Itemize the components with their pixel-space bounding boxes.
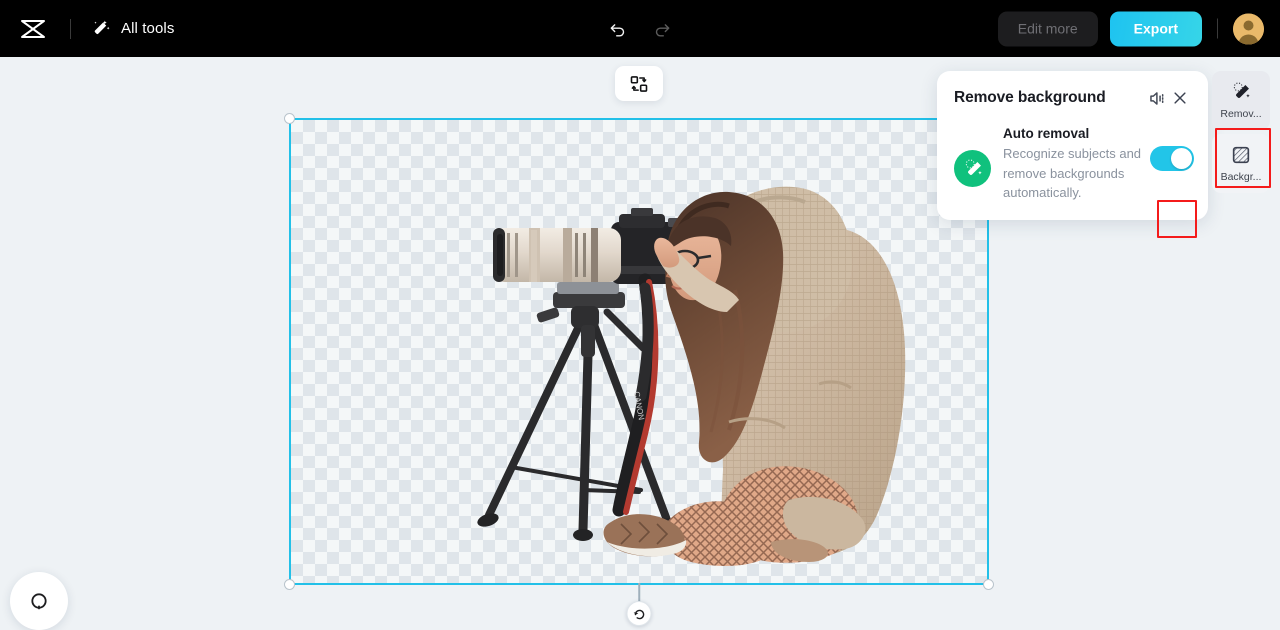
topbar-actions: Edit more Export xyxy=(997,11,1264,46)
toggle-knob xyxy=(1171,148,1192,169)
top-bar: All tools Edit more Export xyxy=(0,0,1280,57)
redo-arrow-icon xyxy=(655,23,670,37)
resize-handle-bottom-right[interactable] xyxy=(983,579,994,590)
speaker-icon xyxy=(1149,91,1163,105)
hatched-square-icon xyxy=(1232,146,1250,164)
rotate-handle[interactable] xyxy=(626,601,652,626)
panel-header: Remove background xyxy=(954,86,1192,110)
auto-removal-title: Auto removal xyxy=(1003,126,1090,141)
swap-replace-icon xyxy=(630,75,648,92)
redo-button[interactable] xyxy=(647,14,677,44)
resize-handle-top-left[interactable] xyxy=(284,113,295,124)
close-panel-button[interactable] xyxy=(1168,86,1192,110)
replace-media-button[interactable] xyxy=(615,66,663,101)
capcut-logo-icon xyxy=(21,19,45,38)
subject-image: CANON xyxy=(477,186,906,566)
speaker-button[interactable] xyxy=(1144,86,1168,110)
auto-removal-description: Recognize subjects and remove background… xyxy=(1003,146,1142,200)
user-avatar-icon xyxy=(1233,13,1264,44)
right-tool-rail: Remov... Backgr... xyxy=(1212,71,1270,193)
panel-title: Remove background xyxy=(954,89,1106,106)
history-controls xyxy=(603,14,677,44)
app-logo[interactable] xyxy=(18,18,48,40)
auto-removal-badge xyxy=(954,150,991,187)
magic-eraser-icon xyxy=(965,159,982,175)
magic-eraser-icon xyxy=(1233,82,1250,98)
rotate-handle-icon xyxy=(633,609,644,619)
all-tools-button[interactable]: All tools xyxy=(91,19,174,39)
export-button[interactable]: Export xyxy=(1109,11,1202,46)
rail-label-remove: Remov... xyxy=(1220,108,1262,120)
undo-button[interactable] xyxy=(603,14,633,44)
avatar-divider xyxy=(1217,18,1218,39)
remove-background-panel: Remove background Auto removal Recognize… xyxy=(937,71,1208,220)
help-circle-icon xyxy=(31,593,47,610)
workspace: CANON Remove background Auto removal Rec… xyxy=(0,57,1280,630)
help-button[interactable] xyxy=(10,572,68,630)
topbar-divider xyxy=(70,18,71,39)
avatar[interactable] xyxy=(1233,13,1264,44)
auto-removal-toggle-wrap xyxy=(1150,146,1194,171)
undo-arrow-icon xyxy=(610,23,625,37)
auto-removal-toggle[interactable] xyxy=(1150,146,1194,171)
svg-text:CANON: CANON xyxy=(632,391,646,421)
rail-item-background[interactable]: Backgr... xyxy=(1212,134,1270,193)
resize-handle-bottom-left[interactable] xyxy=(284,579,295,590)
close-icon xyxy=(1174,92,1186,104)
all-tools-label: All tools xyxy=(121,20,175,37)
rail-label-background: Backgr... xyxy=(1220,171,1262,183)
edit-more-button[interactable]: Edit more xyxy=(997,11,1098,46)
rail-item-remove[interactable]: Remov... xyxy=(1212,71,1270,130)
magic-wand-icon xyxy=(94,20,110,34)
canvas-selection[interactable]: CANON xyxy=(284,113,994,626)
